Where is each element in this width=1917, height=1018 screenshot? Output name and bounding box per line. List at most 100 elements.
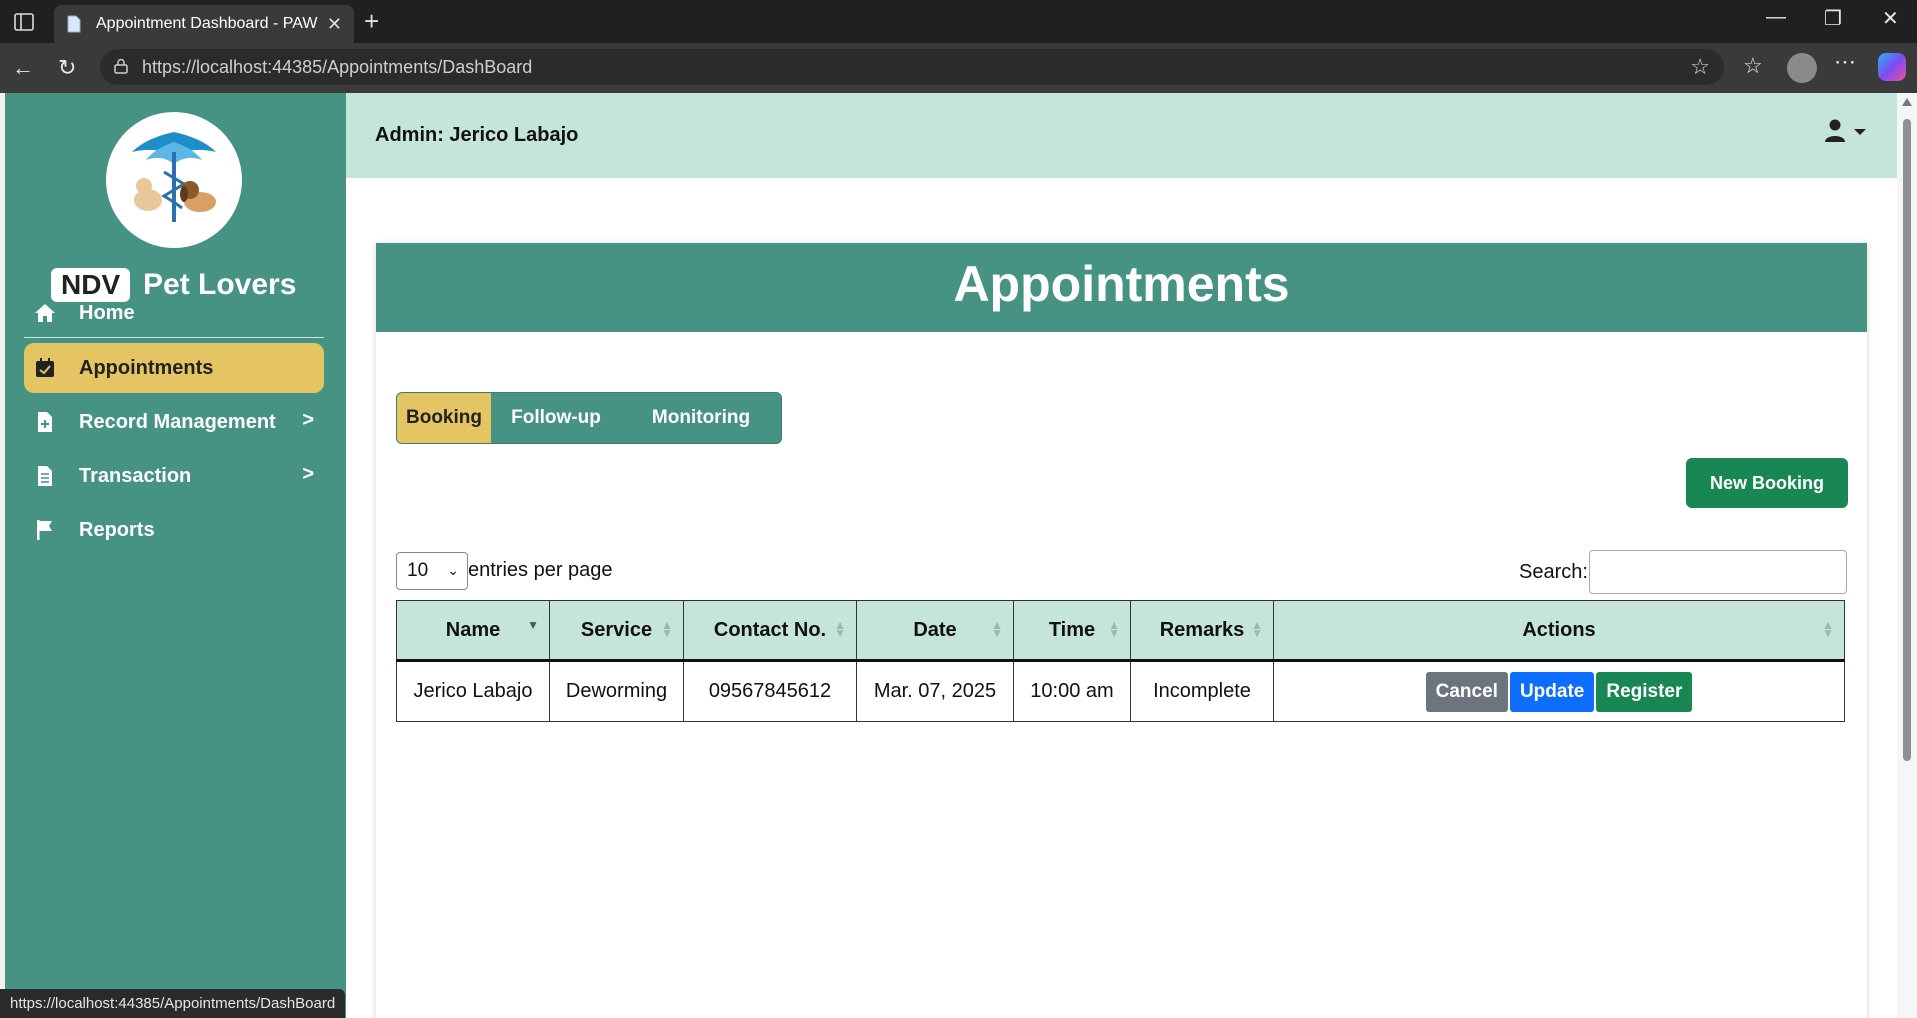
profile-avatar[interactable] xyxy=(1787,53,1817,83)
home-icon xyxy=(35,304,55,322)
update-button[interactable]: Update xyxy=(1509,671,1595,712)
tab-actions-icon[interactable] xyxy=(12,10,36,34)
page-scrollbar[interactable] xyxy=(1897,93,1917,1018)
cancel-button[interactable]: Cancel xyxy=(1425,671,1508,712)
close-tab-icon[interactable]: ✕ xyxy=(327,14,342,35)
new-tab-icon[interactable]: + xyxy=(364,6,379,37)
back-icon[interactable]: ← xyxy=(12,55,34,81)
top-header: Admin: Jerico Labajo xyxy=(346,93,1897,178)
sort-icon: ▲ ▼ xyxy=(1251,618,1263,640)
favorite-star-icon[interactable]: ☆ xyxy=(1690,54,1710,80)
more-options-icon[interactable]: ⋯ xyxy=(1834,49,1856,75)
column-header-label: Name xyxy=(445,618,501,641)
cell-date: Mar. 07, 2025 xyxy=(856,660,1014,722)
tab-follow-up[interactable]: Follow-up xyxy=(491,393,621,443)
column-header-name[interactable]: Name ▼ xyxy=(396,600,550,661)
cell-actions: Cancel Update Register xyxy=(1273,660,1845,722)
copilot-icon[interactable] xyxy=(1878,53,1906,81)
cell-service: Deworming xyxy=(549,660,684,722)
register-button[interactable]: Register xyxy=(1596,671,1693,712)
scroll-up-icon[interactable] xyxy=(1902,98,1912,106)
vet-logo-icon xyxy=(132,132,216,222)
file-plus-icon xyxy=(38,412,52,432)
entries-per-page-select[interactable]: 10 ⌄ xyxy=(396,552,468,590)
clinic-logo xyxy=(106,112,242,248)
column-header-remarks[interactable]: Remarks ▲ ▼ xyxy=(1130,600,1274,661)
minimize-icon[interactable]: — xyxy=(1766,6,1786,29)
search-input[interactable] xyxy=(1589,550,1847,594)
sidebar-item-label: Record Management xyxy=(79,411,276,433)
scrollbar-thumb[interactable] xyxy=(1903,119,1911,761)
browser-tab-title: Appointment Dashboard - PAWS_ xyxy=(96,15,318,32)
url-path: :44385/Appointments/DashBoard xyxy=(267,57,533,77)
file-text-icon xyxy=(38,466,52,486)
card-header: Appointments xyxy=(376,243,1867,332)
cell-contact: 09567845612 xyxy=(683,660,857,722)
column-header-time[interactable]: Time ▲ ▼ xyxy=(1013,600,1131,661)
column-header-contact[interactable]: Contact No. ▲ ▼ xyxy=(683,600,857,661)
sort-icon: ▲ ▼ xyxy=(661,618,673,640)
restore-icon[interactable]: ❐ xyxy=(1824,6,1842,31)
sort-icon: ▲ ▼ xyxy=(1108,618,1120,640)
user-icon[interactable] xyxy=(1824,119,1846,143)
address-bar[interactable]: https://localhost:44385/Appointments/Das… xyxy=(100,49,1724,85)
entries-value: 10 xyxy=(407,560,429,581)
refresh-icon[interactable]: ↻ xyxy=(58,55,76,81)
tab-booking[interactable]: Booking xyxy=(397,393,491,443)
chevron-right-icon: > xyxy=(302,409,314,431)
appointments-card: Appointments Booking Follow-up Monitorin… xyxy=(376,243,1867,1018)
page-title: Appointments xyxy=(953,256,1290,312)
column-header-label: Actions xyxy=(1522,618,1596,641)
column-header-actions[interactable]: Actions ▲ ▼ xyxy=(1273,600,1845,661)
sort-desc-icon: ▼ xyxy=(527,618,539,632)
lock-icon[interactable] xyxy=(114,58,128,74)
chevron-down-icon[interactable] xyxy=(1854,129,1866,135)
sort-icon: ▲ ▼ xyxy=(834,618,846,640)
column-header-date[interactable]: Date ▲ ▼ xyxy=(856,600,1014,661)
address-toolbar: ← ↻ https://localhost:44385/Appointments… xyxy=(0,43,1917,93)
cell-time: 10:00 am xyxy=(1013,660,1131,722)
column-header-label: Contact No. xyxy=(713,618,827,641)
sort-icon: ▲ ▼ xyxy=(1822,618,1834,640)
url-text: https://localhost:44385/Appointments/Das… xyxy=(142,57,532,78)
admin-label: Admin: Jerico Labajo xyxy=(375,124,579,146)
column-header-label: Service xyxy=(580,618,653,641)
sidebar: NDV Pet Lovers Home Appointments Record … xyxy=(5,93,346,1018)
sidebar-item-record-management[interactable]: Record Management > xyxy=(24,397,324,447)
column-header-service[interactable]: Service ▲ ▼ xyxy=(549,600,684,661)
sidebar-item-reports[interactable]: Reports xyxy=(24,505,324,555)
sidebar-item-appointments[interactable]: Appointments xyxy=(24,343,324,393)
sidebar-item-label: Transaction xyxy=(79,465,192,487)
cell-remarks: Incomplete xyxy=(1130,660,1274,722)
appointment-tabs: Booking Follow-up Monitoring xyxy=(396,392,782,444)
calendar-check-icon xyxy=(36,358,54,377)
sidebar-item-home[interactable]: Home xyxy=(24,288,324,338)
flag-icon xyxy=(37,520,52,540)
column-header-label: Remarks xyxy=(1159,618,1245,641)
sidebar-item-transaction[interactable]: Transaction > xyxy=(24,451,324,501)
search-label: Search: xyxy=(1519,561,1588,583)
entries-label: entries per page xyxy=(468,559,613,581)
tab-monitoring[interactable]: Monitoring xyxy=(621,393,781,443)
column-header-label: Time xyxy=(1048,618,1096,641)
window-close-icon[interactable]: ✕ xyxy=(1882,6,1899,31)
favorites-icon[interactable]: ☆ xyxy=(1743,53,1763,79)
sort-icon: ▲ ▼ xyxy=(991,618,1003,640)
browser-tab[interactable]: Appointment Dashboard - PAWS_ ✕ xyxy=(54,5,354,43)
table-header-row: Name ▼ Service ▲ ▼ Contact No. ▲ ▼ Date ▲ ▼ Tim… xyxy=(396,600,1845,661)
page-favicon-icon xyxy=(67,15,81,33)
chevron-down-icon: ⌄ xyxy=(447,562,459,578)
column-header-label: Date xyxy=(913,618,957,641)
table-row: Jerico Labajo Deworming 09567845612 Mar.… xyxy=(396,660,1845,722)
sidebar-item-label: Home xyxy=(79,302,135,324)
sidebar-item-label: Reports xyxy=(79,519,155,541)
page-viewport: NDV Pet Lovers Home Appointments Record … xyxy=(5,93,1917,1018)
appointments-table: Name ▼ Service ▲ ▼ Contact No. ▲ ▼ Date ▲ ▼ Tim… xyxy=(396,600,1845,722)
url-host: https://localhost xyxy=(142,57,268,77)
sidebar-item-label: Appointments xyxy=(79,357,214,379)
cell-name: Jerico Labajo xyxy=(396,660,550,722)
new-booking-button[interactable]: New Booking xyxy=(1686,458,1848,508)
chevron-right-icon: > xyxy=(302,463,314,485)
status-bar-url: https://localhost:44385/Appointments/Das… xyxy=(0,989,346,1018)
browser-tab-strip: Appointment Dashboard - PAWS_ ✕ + — ❐ ✕ xyxy=(0,0,1917,43)
